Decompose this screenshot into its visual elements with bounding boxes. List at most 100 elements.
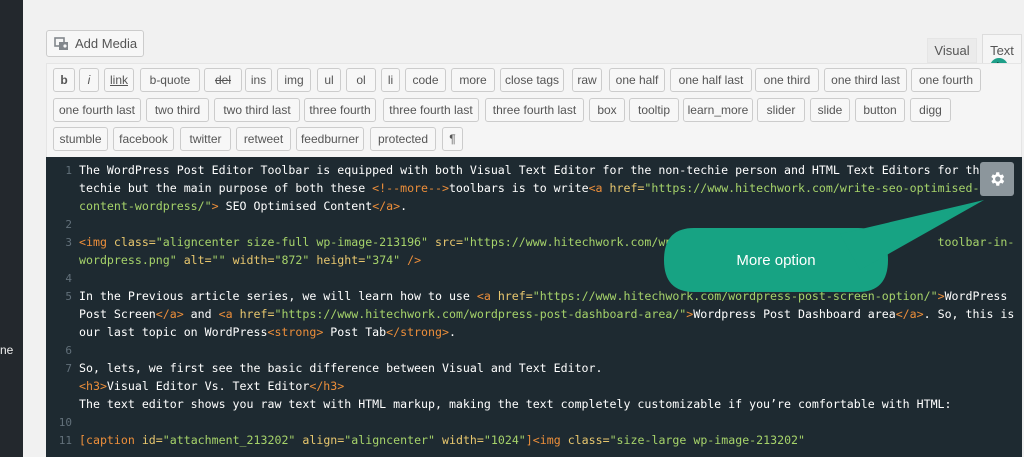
code-token: WordPress <box>944 289 1008 303</box>
quicktag-button[interactable]: ul <box>317 68 341 92</box>
code-token: src= <box>435 235 463 249</box>
gear-icon <box>991 172 1005 186</box>
code-token: </strong> <box>386 325 449 339</box>
quicktag-button[interactable]: more <box>451 68 495 92</box>
code-token: height= <box>316 253 366 267</box>
code-token: . So, this is <box>923 307 1015 321</box>
quicktag-button[interactable]: one fourth <box>911 68 981 92</box>
quicktag-button[interactable]: two third last <box>214 98 300 122</box>
quicktag-button[interactable]: i <box>79 68 99 92</box>
line-number: 2 <box>65 218 72 231</box>
settings-button[interactable] <box>980 162 1014 196</box>
code-token: . <box>400 199 408 213</box>
quicktag-button[interactable]: raw <box>572 68 602 92</box>
code-token: content-wordpress/" <box>79 199 212 213</box>
quicktag-button[interactable]: twitter <box>180 127 231 151</box>
code-line: 6 <box>46 341 1022 360</box>
code-token: "https://www.hitechwork.com/wordpress-po… <box>274 307 687 321</box>
quicktag-button[interactable]: facebook <box>113 127 174 151</box>
quicktag-button[interactable]: one third <box>755 68 819 92</box>
quicktag-button[interactable]: ol <box>346 68 376 92</box>
quicktag-button[interactable]: ¶ <box>442 127 463 151</box>
quicktag-button[interactable]: b-quote <box>140 68 200 92</box>
code-token: "aligncenter" <box>344 433 443 447</box>
quicktag-button[interactable]: three fourth <box>304 98 376 122</box>
code-token: "https://www.hitechwork.com/write-seo-op… <box>644 181 980 195</box>
quicktag-button[interactable]: retweet <box>236 127 291 151</box>
code-token: and <box>183 307 219 321</box>
code-token: href= <box>609 181 645 195</box>
code-token: "872" <box>274 253 317 267</box>
quicktag-button[interactable]: digg <box>910 98 951 122</box>
quicktag-button[interactable]: del <box>204 68 242 92</box>
quicktag-button[interactable]: code <box>405 68 446 92</box>
line-number: 7 <box>65 362 72 375</box>
quicktag-button[interactable]: three fourth last <box>485 98 584 122</box>
quicktag-button[interactable]: one half last <box>670 68 752 92</box>
tab-visual[interactable]: Visual <box>927 38 977 63</box>
quicktag-button[interactable]: feedburner <box>296 127 364 151</box>
line-number: 6 <box>65 344 72 357</box>
code-text: The text editor shows you raw text with … <box>79 395 952 414</box>
code-token: "374" <box>365 253 408 267</box>
code-token: Wordpress Post Dashboard area <box>693 307 896 321</box>
quicktag-button[interactable]: li <box>381 68 400 92</box>
code-token: </a> <box>372 199 401 213</box>
code-text: The WordPress Post Editor Toolbar is equ… <box>79 161 986 180</box>
code-text: wordpress.png" alt="" width="872" height… <box>79 251 421 270</box>
code-token: "attachment_213202" <box>162 433 303 447</box>
quicktag-button[interactable]: slider <box>757 98 805 122</box>
line-number: 11 <box>58 434 72 447</box>
quicktag-button[interactable]: three fourth last <box>383 98 479 122</box>
code-token: <img <box>79 235 114 249</box>
code-token: . <box>448 325 456 339</box>
code-token: So, lets, we first see the basic differe… <box>79 361 603 375</box>
quicktag-button[interactable]: protected <box>370 127 436 151</box>
code-token: toolbars is to write <box>448 181 589 195</box>
add-media-button[interactable]: Add Media <box>46 30 144 57</box>
code-line: Post Screen</a> and <a href="https://www… <box>46 305 1022 324</box>
code-token: width= <box>442 433 484 447</box>
code-line: our last topic on WordPress<strong> Post… <box>46 323 1022 342</box>
quicktag-button[interactable]: one third last <box>824 68 907 92</box>
quicktag-button[interactable]: button <box>855 98 905 122</box>
code-token: alt= <box>183 253 212 267</box>
quicktag-button[interactable]: slide <box>810 98 850 122</box>
sidebar-menu-label[interactable]: ne <box>0 343 13 357</box>
quicktag-button[interactable]: one half <box>609 68 665 92</box>
quicktag-button[interactable]: close tags <box>500 68 564 92</box>
code-token: </a> <box>895 307 924 321</box>
code-token: id= <box>141 433 163 447</box>
code-line: <h3>Visual Editor Vs. Text Editor</h3> <box>46 377 1022 396</box>
code-text: techie but the main purpose of both thes… <box>79 179 979 198</box>
code-text: <h3>Visual Editor Vs. Text Editor</h3> <box>79 377 344 396</box>
code-token: <a <box>218 307 240 321</box>
code-token: our last topic on WordPress <box>79 325 268 339</box>
code-editor[interactable]: 1 The WordPress Post Editor Toolbar is eq… <box>46 157 1022 457</box>
quicktag-button[interactable]: two third <box>146 98 209 122</box>
code-token: > <box>211 199 226 213</box>
quicktag-button[interactable]: one fourth last <box>53 98 141 122</box>
code-token: <h3> <box>79 379 107 393</box>
quicktag-button[interactable]: learn_more <box>683 98 753 122</box>
code-token: href= <box>497 289 533 303</box>
code-token: <a <box>588 181 610 195</box>
code-token: <strong> <box>267 325 324 339</box>
quicktag-button[interactable]: link <box>104 68 134 92</box>
quicktag-button[interactable]: tooltip <box>629 98 679 122</box>
quicktag-button[interactable]: stumble <box>53 127 108 151</box>
quicktag-button[interactable]: b <box>53 68 75 92</box>
code-token: Visual Editor Vs. Text Editor <box>106 379 310 393</box>
media-icon <box>54 36 68 50</box>
quicktag-button[interactable]: img <box>277 68 311 92</box>
code-token: Post Screen <box>79 307 156 321</box>
quicktag-button[interactable]: ins <box>245 68 272 92</box>
code-line: The text editor shows you raw text with … <box>46 395 1022 414</box>
code-text: [caption id="attachment_213202" align="a… <box>79 431 805 450</box>
code-token: "aligncenter size-full wp-image-213196" <box>155 235 435 249</box>
code-token: <!--more--> <box>372 181 449 195</box>
add-media-label: Add Media <box>75 36 138 51</box>
line-number: 5 <box>65 290 72 303</box>
admin-sidebar <box>0 0 23 457</box>
quicktag-button[interactable]: box <box>589 98 625 122</box>
